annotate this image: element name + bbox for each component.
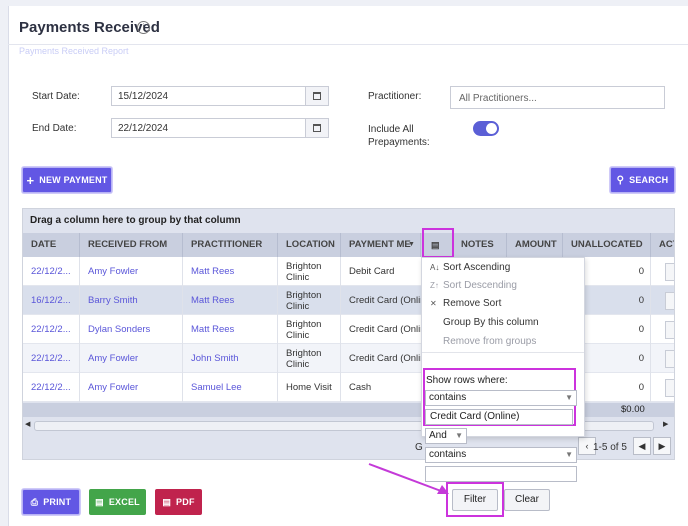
ghost-text: Payments Received Report bbox=[19, 46, 129, 56]
excel-button[interactable]: ▤ EXCEL bbox=[89, 489, 146, 515]
menu-item-group-by[interactable]: Group By this column bbox=[422, 314, 584, 332]
new-payment-button[interactable]: + NEW PAYMENT bbox=[22, 167, 112, 193]
file-icon: ▤ bbox=[162, 496, 172, 507]
row-date-link[interactable]: 22/12/2... bbox=[23, 315, 80, 344]
print-button[interactable]: ⎙ PRINT bbox=[22, 489, 80, 515]
sort-ascending-icon: A↓ bbox=[430, 263, 440, 272]
column-header-unallocated[interactable]: UNALLOCATED bbox=[563, 233, 651, 257]
remove-sort-icon: ✕ bbox=[430, 299, 437, 308]
gear-icon[interactable] bbox=[665, 321, 674, 339]
practitioner-label: Practitioner: bbox=[368, 91, 422, 102]
filter-logic-select[interactable]: And ▼ bbox=[425, 428, 467, 444]
row-location: Brighton Clinic bbox=[278, 315, 341, 344]
file-icon: ▤ bbox=[95, 496, 104, 507]
printer-icon: ⎙ bbox=[30, 496, 39, 507]
start-date-label: Start Date: bbox=[32, 91, 80, 102]
end-date-input[interactable]: 22/12/2024 bbox=[111, 118, 329, 138]
scroll-right-icon[interactable]: ▶ bbox=[663, 420, 668, 428]
row-practitioner-link[interactable]: John Smith bbox=[183, 344, 278, 373]
chevron-down-icon: ▼ bbox=[455, 431, 463, 440]
search-icon: ⚲ bbox=[616, 174, 625, 186]
column-header-actions[interactable]: ACT bbox=[651, 233, 674, 257]
column-header-date[interactable]: DATE bbox=[23, 233, 80, 257]
menu-item-remove-groups[interactable]: Remove from groups bbox=[422, 333, 584, 351]
sort-descending-icon: Z↑ bbox=[430, 281, 439, 290]
start-date-value: 15/12/2024 bbox=[118, 91, 169, 102]
show-rows-label: Show rows where: bbox=[426, 375, 508, 386]
column-header-practitioner[interactable]: PRACTITIONER bbox=[183, 233, 278, 257]
practitioner-placeholder: All Practitioners... bbox=[459, 93, 537, 104]
pager-prefix: G bbox=[415, 442, 423, 453]
title-divider bbox=[8, 44, 688, 45]
pager-range: 1-5 of 5 bbox=[593, 442, 627, 453]
column-header-location[interactable]: LOCATION bbox=[278, 233, 341, 257]
row-received-from-link[interactable]: Amy Fowler bbox=[80, 373, 183, 402]
row-practitioner-link[interactable]: Matt Rees bbox=[183, 257, 278, 286]
calendar-icon[interactable] bbox=[305, 87, 328, 105]
scroll-left-icon[interactable]: ◀ bbox=[25, 420, 30, 428]
column-menu-highlight bbox=[422, 228, 454, 258]
clear-button[interactable]: Clear bbox=[504, 489, 550, 511]
column-header-amount[interactable]: AMOUNT bbox=[507, 233, 563, 257]
row-received-from-link[interactable]: Amy Fowler bbox=[80, 344, 183, 373]
search-button[interactable]: ⚲ SEARCH bbox=[610, 167, 675, 193]
gear-icon[interactable] bbox=[665, 379, 674, 397]
gear-icon[interactable] bbox=[665, 263, 674, 281]
plus-icon: + bbox=[26, 172, 35, 188]
filter-value-1[interactable]: Credit Card (Online) bbox=[425, 409, 573, 425]
row-received-from-link[interactable]: Amy Fowler bbox=[80, 257, 183, 286]
end-date-label: End Date: bbox=[32, 123, 77, 134]
prepayments-label: Include All Prepayments: bbox=[368, 124, 430, 148]
calendar-icon[interactable] bbox=[305, 119, 328, 137]
info-icon[interactable]: i bbox=[137, 21, 150, 34]
gear-icon[interactable] bbox=[665, 350, 674, 368]
column-header-received-from[interactable]: RECEIVED FROM bbox=[80, 233, 183, 257]
end-date-value: 22/12/2024 bbox=[118, 123, 169, 134]
group-drop-zone[interactable]: Drag a column here to group by that colu… bbox=[23, 209, 674, 233]
row-practitioner-link[interactable]: Matt Rees bbox=[183, 286, 278, 315]
annotation-arrow bbox=[368, 463, 449, 494]
start-date-input[interactable]: 15/12/2024 bbox=[111, 86, 329, 106]
row-received-from-link[interactable]: Barry Smith bbox=[80, 286, 183, 315]
filter-operator-1[interactable]: contains ▼ bbox=[425, 390, 577, 406]
row-practitioner-link[interactable]: Matt Rees bbox=[183, 315, 278, 344]
sort-arrow-icon[interactable]: ▼ bbox=[408, 233, 415, 257]
menu-item-remove-sort[interactable]: ✕ Remove Sort bbox=[422, 295, 584, 313]
chevron-down-icon: ▼ bbox=[565, 393, 573, 402]
practitioner-input[interactable]: All Practitioners... bbox=[450, 86, 665, 109]
chevron-down-icon: ▼ bbox=[565, 450, 573, 459]
column-header-notes[interactable]: NOTES bbox=[453, 233, 507, 257]
row-date-link[interactable]: 16/12/2... bbox=[23, 286, 80, 315]
prepayments-toggle[interactable] bbox=[473, 121, 499, 136]
row-date-link[interactable]: 22/12/2... bbox=[23, 373, 80, 402]
row-date-link[interactable]: 22/12/2... bbox=[23, 344, 80, 373]
column-header-payment-method[interactable]: PAYMENT ME ▼ bbox=[341, 233, 421, 257]
row-received-from-link[interactable]: Dylan Sonders bbox=[80, 315, 183, 344]
menu-divider bbox=[422, 352, 584, 353]
grid-header: DATE RECEIVED FROM PRACTITIONER LOCATION… bbox=[23, 233, 674, 257]
row-location: Brighton Clinic bbox=[278, 344, 341, 373]
pager-prev-icon[interactable]: ◀ bbox=[633, 437, 651, 455]
pdf-button[interactable]: ▤ PDF bbox=[155, 489, 202, 515]
menu-item-sort-descending[interactable]: Z↑ Sort Descending bbox=[422, 277, 584, 295]
pager-next-icon[interactable]: ▶ bbox=[653, 437, 671, 455]
row-location: Brighton Clinic bbox=[278, 257, 341, 286]
row-practitioner-link[interactable]: Samuel Lee bbox=[183, 373, 278, 402]
row-location: Home Visit bbox=[278, 373, 341, 402]
row-date-link[interactable]: 22/12/2... bbox=[23, 257, 80, 286]
menu-item-sort-ascending[interactable]: A↓ Sort Ascending bbox=[422, 259, 584, 277]
footer-total: $0.00 bbox=[621, 404, 645, 415]
gear-icon[interactable] bbox=[665, 292, 674, 310]
row-location: Brighton Clinic bbox=[278, 286, 341, 315]
